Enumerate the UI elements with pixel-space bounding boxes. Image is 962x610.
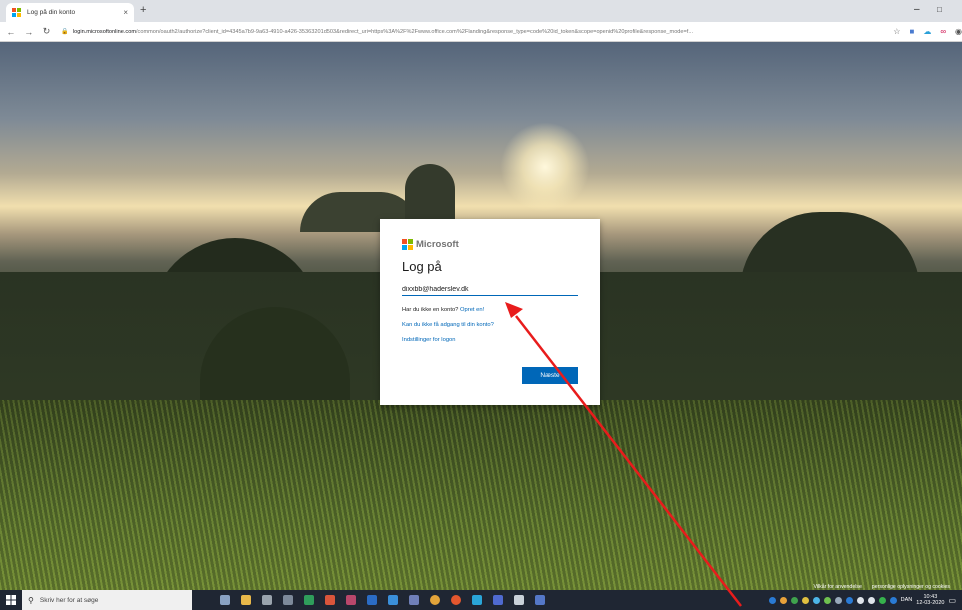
taskbar-search-placeholder: Skriv her for at søge xyxy=(39,596,99,604)
app-icon[interactable] xyxy=(409,595,419,605)
edge-icon[interactable] xyxy=(472,595,482,605)
windows-taskbar: ⚲ Skriv her for at søge DAN 10:43 12-03-… xyxy=(0,590,962,610)
chrome-icon[interactable] xyxy=(430,595,440,605)
url-path: /common/oauth2/authorize?client_id=4345a… xyxy=(136,28,694,35)
minimize-button[interactable]: – xyxy=(914,4,920,15)
profile-icon[interactable]: ◉ xyxy=(955,27,962,36)
extension-icon[interactable]: ■ xyxy=(909,27,914,36)
lock-icon: 🔒 xyxy=(61,29,69,35)
file-explorer-icon[interactable] xyxy=(241,595,251,605)
tray-icon[interactable] xyxy=(790,596,798,604)
cant-access-account-link[interactable]: Kan du ikke få adgang til din konto? xyxy=(402,322,578,328)
page-title: Log på xyxy=(402,259,442,274)
microsoft-logo: Microsoft xyxy=(402,239,578,250)
search-icon: ⚲ xyxy=(28,595,34,605)
system-tray: DAN 10:43 12-03-2020 ▭ xyxy=(768,594,962,606)
extension-link-icon[interactable]: ∞ xyxy=(940,27,946,36)
app-icon[interactable] xyxy=(514,595,524,605)
windows-start-icon[interactable] xyxy=(0,590,22,610)
tray-icon[interactable] xyxy=(823,596,831,604)
tray-icon[interactable] xyxy=(779,596,787,604)
next-button[interactable]: Næste xyxy=(522,367,578,384)
back-icon[interactable]: ← xyxy=(4,27,18,37)
tray-icon[interactable] xyxy=(878,596,886,604)
forward-icon[interactable]: → xyxy=(22,27,36,37)
star-icon[interactable]: ☆ xyxy=(893,27,900,36)
grass-foreground xyxy=(0,400,962,590)
create-account-link[interactable]: Opret en! xyxy=(460,307,484,313)
browser-tab[interactable]: Log på din konto × xyxy=(6,3,134,22)
tray-icon[interactable] xyxy=(768,596,776,604)
url-host: login.microsoftonline.com xyxy=(72,28,136,35)
new-tab-button[interactable]: + xyxy=(140,4,146,16)
excel-icon[interactable] xyxy=(304,595,314,605)
email-field[interactable] xyxy=(402,284,578,296)
tab-title: Log på din konto xyxy=(27,9,76,16)
sun-glow xyxy=(500,122,590,212)
extension-cloud-icon[interactable]: ☁ xyxy=(923,27,931,36)
tab-close-icon[interactable]: × xyxy=(123,8,128,17)
outlook-icon[interactable] xyxy=(388,595,398,605)
app-icon[interactable] xyxy=(283,595,293,605)
language-indicator[interactable]: DAN xyxy=(901,597,913,603)
calculator-icon[interactable] xyxy=(262,595,272,605)
microsoft-favicon-icon xyxy=(12,8,21,17)
tray-icon[interactable] xyxy=(801,596,809,604)
firefox-icon[interactable] xyxy=(451,595,461,605)
signin-card: Microsoft Log på Har du ikke en konto? O… xyxy=(380,219,600,405)
network-icon[interactable] xyxy=(856,596,864,604)
task-view-icon[interactable] xyxy=(220,595,230,605)
powerpoint-icon[interactable] xyxy=(325,595,335,605)
maximize-button[interactable]: □ xyxy=(937,5,942,14)
browser-tab-strip: Log på din konto × + – □ xyxy=(0,0,962,22)
address-bar[interactable]: 🔒 login.microsoftonline.com /common/oaut… xyxy=(61,28,884,36)
tray-icon[interactable] xyxy=(812,596,820,604)
signin-options-link[interactable]: Indstillinger for logon xyxy=(402,337,578,343)
app-icon[interactable] xyxy=(493,595,503,605)
microsoft-logo-icon xyxy=(402,239,413,250)
volume-icon[interactable] xyxy=(867,596,875,604)
pinned-apps xyxy=(220,595,545,605)
word-icon[interactable] xyxy=(367,595,377,605)
app-icon[interactable] xyxy=(346,595,356,605)
browser-toolbar: ← → ↻ 🔒 login.microsoftonline.com /commo… xyxy=(0,22,962,42)
no-account-text: Har du ikke en konto? xyxy=(402,307,459,313)
tray-icon[interactable] xyxy=(889,596,897,604)
clock[interactable]: 10:43 12-03-2020 xyxy=(916,594,944,606)
clock-date: 12-03-2020 xyxy=(916,600,945,606)
app-icon[interactable] xyxy=(535,595,545,605)
no-account-row: Har du ikke en konto? Opret en! xyxy=(402,307,578,313)
brand-name: Microsoft xyxy=(416,239,459,250)
tray-icon[interactable] xyxy=(834,596,842,604)
notifications-icon[interactable]: ▭ xyxy=(948,596,956,605)
taskbar-search[interactable]: ⚲ Skriv her for at søge xyxy=(22,590,192,610)
reload-icon[interactable]: ↻ xyxy=(40,26,54,37)
tray-icon[interactable] xyxy=(845,596,853,604)
